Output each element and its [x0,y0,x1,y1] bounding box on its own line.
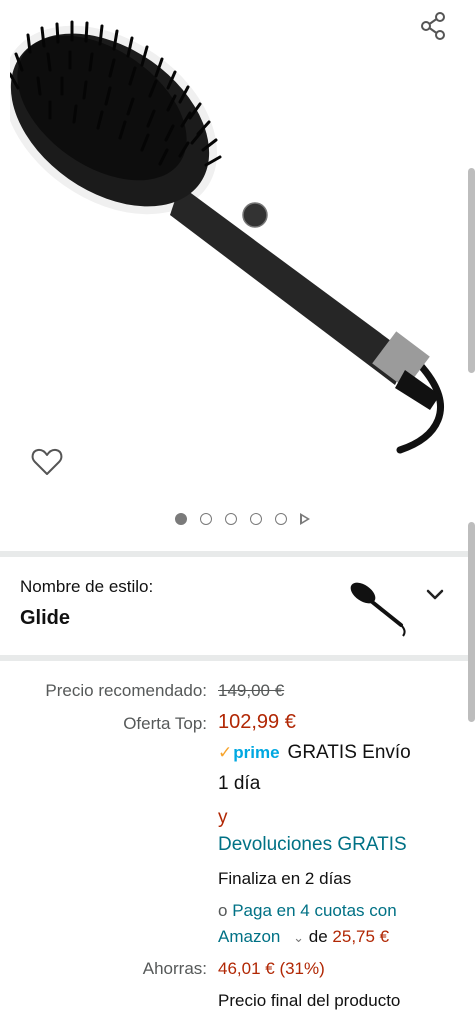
final-price-note: Precio final del producto [218,991,401,1010]
rrp-label: Precio recomendado: [45,681,207,700]
installments-line-1: o Paga en 4 cuotas con [218,901,397,921]
carousel-dot-active[interactable] [175,513,187,525]
style-thumbnail[interactable] [345,579,411,639]
carousel-dot[interactable] [200,513,212,525]
rrp-value: 149,00 € [218,681,285,700]
share-icon[interactable] [415,8,451,44]
prime-logo: ✓ prime [218,743,280,763]
free-returns-link[interactable]: Devoluciones GRATIS [218,834,407,856]
and-word: y [218,807,228,828]
carousel-dot[interactable] [250,513,262,525]
carousel-dot[interactable] [275,513,287,525]
style-label: Nombre de estilo: [20,577,154,596]
installments-link-amazon[interactable]: Amazon [218,927,280,946]
play-icon[interactable] [300,513,310,525]
prime-check-icon: ✓ [218,743,233,762]
delivery-time: 1 día [218,773,261,794]
style-selector[interactable]: Nombre de estilo: Glide [0,557,475,655]
deal-label: Oferta Top: [123,714,207,733]
savings-value: 46,01 € (31%) [218,959,325,978]
installments-line-2: Amazon ⌄ de 25,75 € [218,927,389,947]
carousel-indicators[interactable] [0,509,475,529]
installments-link[interactable]: Paga en 4 cuotas con [232,901,396,920]
chevron-down-icon[interactable] [424,587,446,603]
installments-prefix: o [218,901,228,920]
installments-amount: 25,75 € [332,927,390,946]
deal-ends-text: Finaliza en 2 días [218,869,352,888]
product-image-gallery[interactable] [0,0,475,545]
style-value: Glide [20,607,71,629]
installments-of: de [308,927,328,946]
price-details: Precio recomendado: 149,00 € Oferta Top:… [0,661,475,1019]
heart-outline-icon[interactable] [30,446,64,478]
scrollbar-thumb[interactable] [468,168,475,373]
deal-price: 102,99 € [218,711,296,733]
prime-delivery: ✓ prime GRATIS Envío [218,742,411,764]
product-image[interactable] [10,10,460,460]
carousel-dot[interactable] [225,513,237,525]
chevron-down-small-icon[interactable]: ⌄ [293,930,304,945]
savings-label: Ahorras: [142,959,207,978]
free-delivery-text: GRATIS Envío [287,742,411,763]
scrollbar-thumb[interactable] [468,522,475,722]
prime-text: prime [233,743,280,762]
